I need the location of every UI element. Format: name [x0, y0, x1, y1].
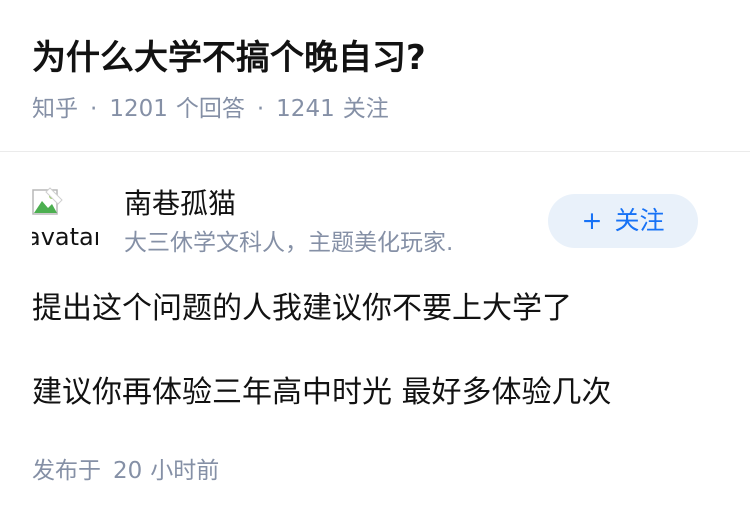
answer-body: 提出这个问题的人我建议你不要上大学了 建议你再体验三年高中时光 最好多体验几次 [32, 288, 722, 414]
avatar[interactable]: avatar [32, 187, 98, 253]
answer-count-label: 个回答 [175, 96, 245, 122]
meta-separator: · [256, 96, 265, 122]
follower-count-label: 关注 [342, 96, 389, 122]
question-title[interactable]: 为什么大学不搞个晚自习? [32, 34, 426, 82]
follow-button[interactable]: + 关注 [548, 194, 698, 248]
publish-time: 发布于 20 小时前 [32, 455, 219, 487]
publish-unit: 小时前 [150, 458, 220, 484]
answer-count: 1201 [109, 96, 168, 122]
question-meta: 知乎 · 1201 个回答 · 1241 关注 [32, 93, 389, 125]
meta-separator: · [90, 96, 98, 122]
source-label[interactable]: 知乎 [32, 96, 78, 122]
follow-button-label: 关注 [614, 206, 665, 235]
author-name[interactable]: 南巷孤猫 [124, 185, 236, 223]
broken-image-icon [32, 187, 63, 215]
answer-paragraph: 提出这个问题的人我建议你不要上大学了 [32, 291, 572, 326]
question-header: 为什么大学不搞个晚自习? 知乎 · 1201 个回答 · 1241 关注 [0, 0, 750, 152]
avatar-alt-text: avatar [32, 223, 98, 251]
author-bio: 大三休学文科人，主题美化玩家. [124, 230, 454, 256]
author-row: avatar 南巷孤猫 大三休学文科人，主题美化玩家. + 关注 [0, 152, 750, 270]
answer-paragraph: 建议你再体验三年高中时光 最好多体验几次 [32, 375, 612, 410]
plus-icon: + [581, 206, 603, 235]
follower-count: 1241 [276, 96, 335, 122]
publish-amount: 20 [113, 458, 143, 484]
publish-label: 发布于 [32, 458, 101, 484]
